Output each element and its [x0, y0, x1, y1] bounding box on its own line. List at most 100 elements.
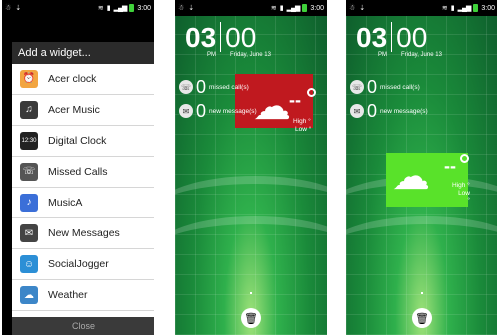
weather-temp: --: [289, 90, 301, 110]
widget-list-item[interactable]: ☏ Missed Calls: [12, 157, 154, 188]
weather-widget[interactable]: ☁ -- High ° Low °: [253, 88, 323, 148]
msg-label: new message(s): [380, 107, 428, 115]
clock-hour: 03: [185, 22, 217, 53]
page-indicator: [421, 292, 423, 294]
messages-icon: ✉: [350, 104, 364, 118]
wifi-icon: ≋: [270, 5, 277, 12]
widget-list: ⏰ Acer clock ♫ Acer Music 12:30 Digital Clock…: [12, 64, 154, 312]
msg-count: 0: [367, 101, 378, 121]
wifi-icon: ≋: [441, 5, 448, 12]
widget-list-item[interactable]: ♫ Acer Music: [12, 95, 154, 126]
wallpaper-arc: [346, 216, 497, 284]
missed-calls-icon: ☏: [20, 162, 38, 181]
wallpaper-arc: [175, 216, 327, 284]
widget-list-label: Digital Clock: [48, 134, 107, 147]
weather-high: High °: [293, 118, 311, 125]
signal-icon: ▂▄▆: [286, 5, 301, 12]
clock-minute: 00: [225, 22, 257, 53]
missed-calls-icon: ☏: [179, 80, 193, 94]
socialjogger-icon: ☺: [20, 255, 38, 274]
usb-icon: ⇣: [188, 5, 195, 12]
wifi-icon: ≋: [97, 5, 104, 12]
degree-symbol: [460, 154, 469, 163]
page-indicator: [250, 292, 252, 294]
battery-icon: [129, 4, 135, 12]
widget-list-label: Missed Calls: [48, 165, 108, 178]
clock-widget[interactable]: 03 00: [185, 22, 256, 52]
battery-icon: [302, 4, 308, 12]
signal-icon: ▂▄▆: [457, 5, 472, 12]
clock-widget[interactable]: 03 00: [356, 22, 427, 52]
clock-ampm: PM: [207, 52, 216, 58]
sd-icon: ▮: [106, 5, 111, 12]
missed-label: missed call(s): [209, 83, 249, 91]
status-time: 3:00: [481, 4, 495, 12]
dialog-title: Add a widget...: [12, 42, 154, 64]
messages-icon: ✉: [20, 224, 38, 243]
weather-high: High °: [452, 182, 470, 189]
missed-count: 0: [367, 77, 378, 97]
missed-calls-widget[interactable]: ☏ 0 missed call(s): [179, 78, 249, 96]
home-screen[interactable]: 03 00 PM Friday, June 13 ☏ 0 missed call…: [175, 16, 327, 335]
clock-divider: [391, 22, 393, 52]
phone-screen-home-green: ☃ ⇣ ≋ ▮ ▂▄▆ 3:00 03 00 PM Friday, June 13…: [346, 0, 497, 335]
missed-calls-icon: ☏: [350, 80, 364, 94]
messages-widget[interactable]: ✉ 0 new message(s): [350, 102, 428, 120]
widget-list-item[interactable]: ☁ Weather: [12, 280, 154, 312]
clock-hour: 03: [356, 22, 388, 53]
status-time: 3:00: [137, 4, 151, 12]
missed-count: 0: [196, 77, 207, 97]
cloud-icon: ☁: [253, 86, 291, 128]
sd-icon: ▮: [450, 5, 455, 12]
phone-screen-add-widget: ☃⇣ ≋ ▮ ▂▄▆ 3:00 03 Add a widget... ⏰Acer…: [2, 0, 154, 335]
widget-list-item[interactable]: ☺ SocialJogger: [12, 249, 154, 281]
msg-count: 0: [196, 101, 207, 121]
android-icon: ☃: [178, 5, 185, 12]
cloud-icon: ☁: [392, 156, 430, 198]
clock-divider: [220, 22, 222, 52]
android-icon: ☃: [349, 5, 356, 12]
widget-list-label: SocialJogger: [48, 258, 109, 271]
clock-minute: 00: [396, 22, 428, 53]
status-bar: ☃ ⇣ ≋ ▮ ▂▄▆ 3:00: [175, 0, 327, 16]
missed-label: missed call(s): [380, 83, 420, 91]
widget-list-label: Acer clock: [48, 72, 97, 85]
messages-widget[interactable]: ✉ 0 new message(s): [179, 102, 257, 120]
phone-screen-home-red: ☃ ⇣ ≋ ▮ ▂▄▆ 3:00 03 00 PM Friday, June 13…: [175, 0, 327, 335]
widget-list-item[interactable]: ♪ MusicA: [12, 188, 154, 219]
weather-temp: --: [444, 156, 456, 176]
android-icon: ☃: [5, 5, 12, 12]
widget-list-item[interactable]: ✉ New Messages: [12, 218, 154, 250]
sd-icon: ▮: [279, 5, 284, 12]
usb-icon: ⇣: [359, 5, 366, 12]
acer-clock-icon: ⏰: [20, 69, 38, 88]
add-widget-dialog: Add a widget... ⏰ Acer clock ♫ Acer Music 12…: [12, 42, 154, 317]
home-screen[interactable]: 03 00 PM Friday, June 13 ☏ 0 missed call…: [346, 16, 497, 335]
clock-date: Friday, June 13: [230, 52, 271, 58]
music-note-icon: ♫: [20, 100, 38, 119]
status-bar: ☃ ⇣ ≋ ▮ ▂▄▆ 3:00: [346, 0, 497, 16]
trash-icon[interactable]: 🗑: [241, 308, 261, 328]
widget-list-label: Weather: [48, 289, 88, 302]
widget-list-item[interactable]: 12:30 Digital Clock: [12, 126, 154, 157]
weather-widget[interactable]: ☁ -- High ° Low °: [392, 154, 470, 212]
widget-list-label: MusicA: [48, 196, 83, 209]
usb-icon: ⇣: [15, 5, 22, 12]
status-bar: ☃ ⇣ ≋ ▮ ▂▄▆ 3:00: [2, 0, 154, 16]
digital-clock-icon: 12:30: [20, 131, 38, 150]
missed-calls-widget[interactable]: ☏ 0 missed call(s): [350, 78, 420, 96]
widget-list-label: Acer Music: [48, 103, 100, 116]
musica-icon: ♪: [20, 193, 38, 212]
clock-date: Friday, June 13: [401, 52, 442, 58]
status-time: 3:00: [310, 4, 324, 12]
clock-ampm: PM: [378, 52, 387, 58]
close-button[interactable]: Close: [12, 317, 154, 335]
trash-icon[interactable]: 🗑: [412, 308, 432, 328]
widget-list-item[interactable]: ⏰ Acer clock: [12, 64, 154, 95]
weather-low: Low °: [458, 190, 470, 204]
battery-icon: [473, 4, 479, 12]
signal-icon: ▂▄▆: [113, 5, 128, 12]
weather-icon: ☁: [20, 286, 38, 305]
widget-list-label: New Messages: [48, 227, 120, 240]
msg-label: new message(s): [209, 107, 257, 115]
